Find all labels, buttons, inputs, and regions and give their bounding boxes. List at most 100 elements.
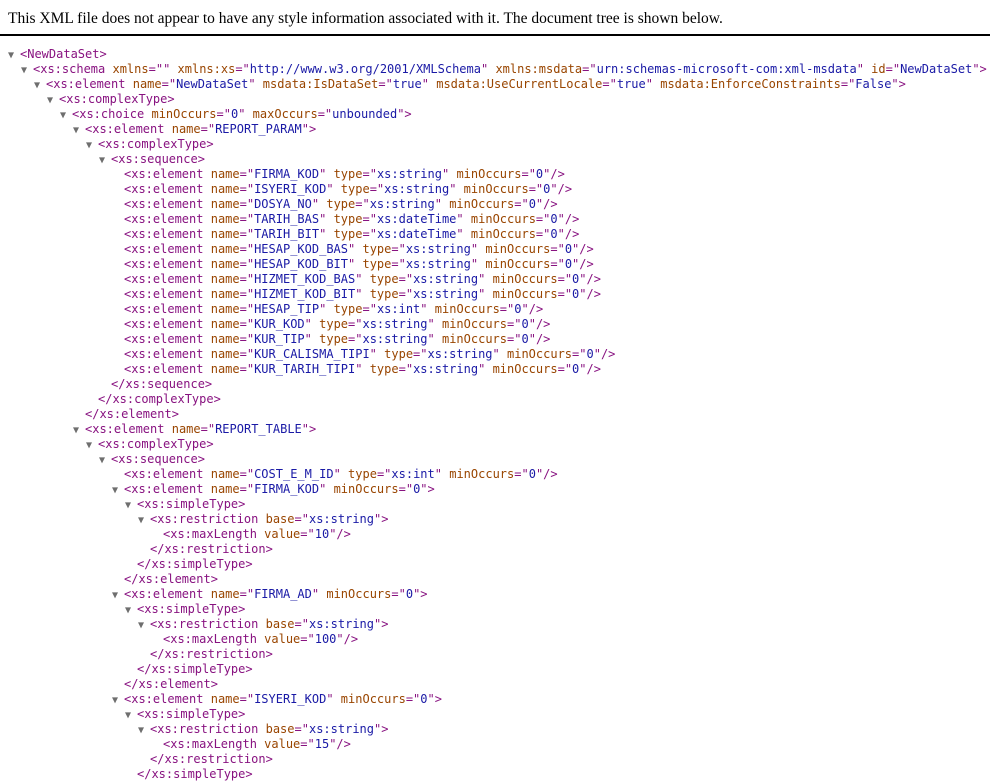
xml-punctuation: =" xyxy=(239,347,255,361)
triangle-down-icon[interactable]: ▼ xyxy=(8,48,20,63)
xml-tag-name: <xs:element xyxy=(124,362,204,376)
xml-tag-bracket: > xyxy=(197,152,205,166)
xml-punctuation: =" xyxy=(413,347,428,361)
xml-punctuation: =" xyxy=(572,347,587,361)
xml-tag-name: </xs:complexType xyxy=(98,392,214,406)
xml-punctuation: " xyxy=(311,197,320,211)
triangle-down-icon[interactable]: ▼ xyxy=(125,498,137,513)
xml-punctuation: =" xyxy=(535,212,551,226)
triangle-down-icon[interactable]: ▼ xyxy=(99,453,111,468)
xml-punctuation: =" xyxy=(514,197,529,211)
xml-punctuation: " xyxy=(369,347,377,361)
xml-attribute-name: minOccurs xyxy=(485,257,551,271)
triangle-down-icon[interactable]: ▼ xyxy=(60,108,72,123)
xml-line: <xs:element name="KUR_KOD" type="xs:stri… xyxy=(0,317,990,332)
xml-punctuation: =" xyxy=(378,77,393,91)
triangle-down-icon[interactable]: ▼ xyxy=(112,483,124,498)
xml-attribute-value: xs:string xyxy=(405,242,471,256)
xml-attribute-value: xs:int xyxy=(391,467,435,481)
xml-punctuation: " xyxy=(319,167,327,181)
triangle-down-icon[interactable]: ▼ xyxy=(125,708,137,723)
xml-attribute-name: xmlns xyxy=(112,62,149,76)
xml-tag-name: <xs:element xyxy=(124,212,204,226)
triangle-down-icon[interactable]: ▼ xyxy=(21,63,33,78)
xml-tag-bracket: /> xyxy=(564,212,580,226)
triangle-down-icon[interactable]: ▼ xyxy=(138,723,150,738)
triangle-down-icon[interactable]: ▼ xyxy=(112,588,124,603)
xml-punctuation: " xyxy=(521,302,529,316)
xml-attribute-value: NewDataSet xyxy=(900,62,973,76)
xml-punctuation: " xyxy=(434,467,442,481)
xml-punctuation: =" xyxy=(582,62,597,76)
xml-punctuation: =" xyxy=(239,587,255,601)
xml-attribute-value: xs:string xyxy=(308,617,374,631)
triangle-down-icon[interactable]: ▼ xyxy=(34,78,46,93)
xml-tag-name: <xs:simpleType xyxy=(137,707,239,721)
xml-tag-name: </xs:restriction xyxy=(150,647,266,661)
xml-tag-bracket: /> xyxy=(535,317,551,331)
triangle-down-icon[interactable]: ▼ xyxy=(99,153,111,168)
xml-attribute-name: name xyxy=(210,227,240,241)
xml-punctuation: =" xyxy=(239,227,255,241)
xml-punctuation: =" xyxy=(391,242,406,256)
xml-line: <xs:element name="KUR_TARIH_TIPI" type="… xyxy=(0,362,990,377)
xml-attribute-name: minOccurs xyxy=(485,242,551,256)
xml-attribute-value: xs:string xyxy=(362,332,428,346)
xml-tag-name: <xs:element xyxy=(124,197,204,211)
xml-document-tree: ▼ <NewDataSet> ▼ <xs:schema xmlns="" xmlns:… xyxy=(0,47,990,782)
xml-punctuation: =" xyxy=(216,107,231,121)
xml-line: ▼ <xs:restriction base="xs:string"> xyxy=(0,722,990,737)
xml-attribute-name: minOccurs xyxy=(340,692,406,706)
xml-punctuation: =" xyxy=(391,587,406,601)
xml-attribute-name: name xyxy=(210,302,240,316)
triangle-down-icon[interactable]: ▼ xyxy=(112,693,124,708)
xml-punctuation: =" xyxy=(398,362,414,376)
xml-punctuation: " xyxy=(557,212,565,226)
triangle-down-icon[interactable]: ▼ xyxy=(125,603,137,618)
xml-tag-name: <xs:element xyxy=(124,692,204,706)
xml-attribute-name: minOccurs xyxy=(492,287,558,301)
xml-line: ▼ <xs:simpleType> xyxy=(0,602,990,617)
xml-line: </xs:sequence> xyxy=(0,377,990,392)
xml-punctuation: =" xyxy=(376,467,392,481)
xml-tag-name: </xs:element xyxy=(124,572,211,586)
xml-tag-name: <xs:maxLength xyxy=(163,737,257,751)
xml-attribute-name: name xyxy=(210,692,240,706)
xml-attribute-value: 0 xyxy=(550,212,558,226)
triangle-down-icon[interactable]: ▼ xyxy=(138,513,150,528)
triangle-down-icon[interactable]: ▼ xyxy=(73,423,85,438)
xml-tag-name: <xs:element xyxy=(85,422,165,436)
xml-attribute-value: 100 xyxy=(314,632,337,646)
xml-attribute-value: HESAP_KOD_BIT xyxy=(254,257,348,271)
xml-punctuation: =" xyxy=(499,302,515,316)
xml-attribute-value: 0 xyxy=(564,257,573,271)
xml-tag-name: <xs:element xyxy=(124,182,204,196)
xml-line: ▼ <NewDataSet> xyxy=(0,47,990,62)
xml-punctuation: " xyxy=(856,62,864,76)
xml-tag-name: <xs:element xyxy=(124,482,204,496)
triangle-down-icon[interactable]: ▼ xyxy=(47,93,59,108)
triangle-down-icon[interactable]: ▼ xyxy=(86,138,98,153)
triangle-down-icon[interactable]: ▼ xyxy=(73,123,85,138)
xml-tag-bracket: /> xyxy=(586,362,601,376)
xml-line: ▼ <xs:complexType> xyxy=(0,92,990,107)
xml-punctuation: " xyxy=(319,482,327,496)
triangle-down-icon[interactable]: ▼ xyxy=(86,438,98,453)
xml-punctuation: " xyxy=(478,362,486,376)
xml-punctuation: " xyxy=(891,77,899,91)
xml-attribute-value: xs:dateTime xyxy=(376,212,457,226)
xml-tag-bracket: > xyxy=(309,422,317,436)
xml-attribute-value: true xyxy=(392,77,422,91)
xml-attribute-name: maxOccurs xyxy=(252,107,318,121)
xml-punctuation: " xyxy=(333,467,341,481)
xml-attribute-value: DOSYA_NO xyxy=(254,197,312,211)
xml-line: ▼ <xs:simpleType> xyxy=(0,497,990,512)
xml-line: ▼ <xs:element name="NewDataSet" msdata:Is… xyxy=(0,77,990,92)
xml-attribute-name: value xyxy=(264,632,301,646)
xml-punctuation: " xyxy=(478,287,486,301)
xml-attribute-name: xmlns:msdata xyxy=(495,62,583,76)
xml-attribute-name: type xyxy=(369,272,399,286)
triangle-down-icon[interactable]: ▼ xyxy=(138,618,150,633)
xml-attribute-value: urn:schemas-microsoft-com:xml-msdata xyxy=(596,62,857,76)
xml-attribute-name: xmlns:xs xyxy=(177,62,236,76)
